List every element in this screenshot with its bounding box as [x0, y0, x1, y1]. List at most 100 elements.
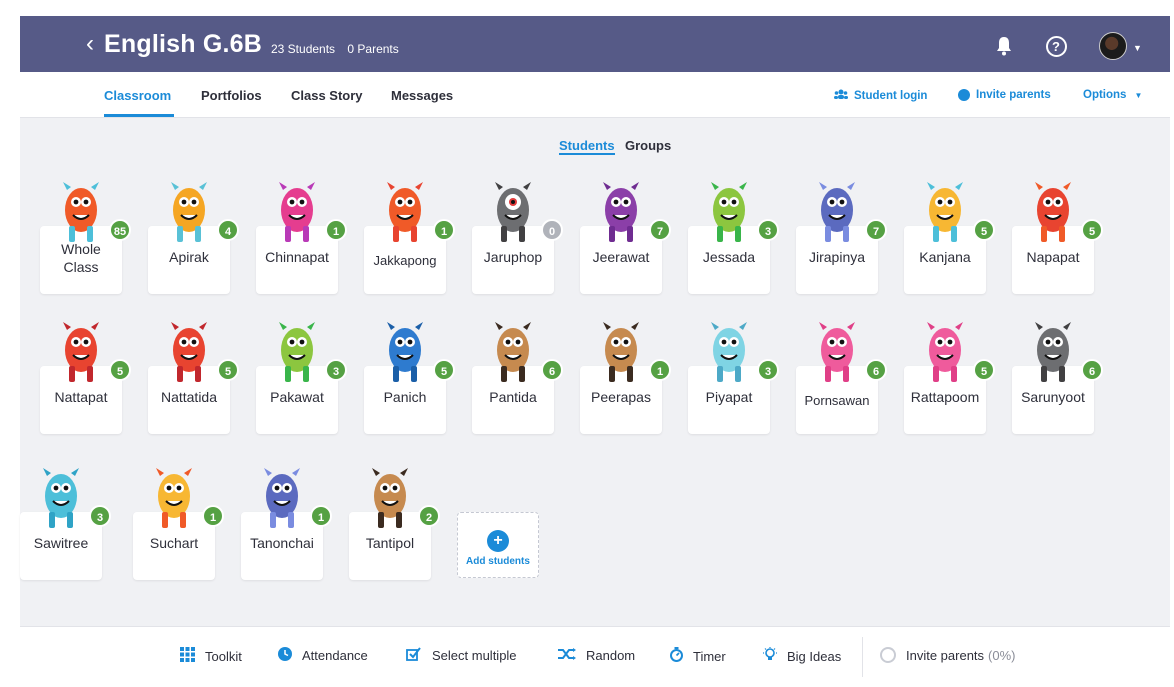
points-badge: 3	[89, 505, 111, 527]
notification-bell-icon[interactable]	[992, 34, 1016, 58]
points-badge: 3	[757, 359, 779, 381]
tab-class-story[interactable]: Class Story	[291, 88, 363, 103]
student-name: Pornsawan	[804, 393, 870, 408]
toolkit-button[interactable]: Toolkit	[180, 647, 242, 665]
student-name: Piyapat	[705, 389, 753, 405]
timer-button[interactable]: Timer	[670, 647, 726, 665]
lightbulb-icon	[763, 647, 777, 665]
chevron-down-icon[interactable]: ▼	[1133, 43, 1142, 53]
app-frame: ‹ English G.6B 23 Students 0 Parents ? ▼…	[20, 16, 1170, 687]
points-badge: 0	[541, 219, 563, 241]
student-name: Tantipol	[365, 535, 415, 551]
monster-avatar	[493, 322, 533, 389]
grid-icon	[180, 647, 195, 665]
clock-icon	[278, 647, 292, 664]
big-ideas-button[interactable]: Big Ideas	[763, 647, 841, 665]
monster-avatar	[277, 182, 317, 249]
monster-avatar	[601, 182, 641, 249]
monster-avatar	[154, 468, 194, 535]
active-tab-indicator	[104, 114, 174, 117]
monster-avatar	[169, 322, 209, 389]
back-chevron-icon[interactable]: ‹	[86, 32, 94, 56]
attendance-button[interactable]: Attendance	[278, 647, 368, 664]
student-name: Nattapat	[54, 389, 108, 405]
student-name: Panich	[383, 389, 427, 405]
help-icon[interactable]: ?	[1044, 34, 1068, 58]
monster-avatar	[262, 468, 302, 535]
points-badge: 6	[1081, 359, 1103, 381]
tab-portfolios[interactable]: Portfolios	[201, 88, 262, 103]
checkbox-icon	[406, 647, 422, 664]
progress-ring-icon	[880, 647, 896, 663]
student-name: Nattatida	[160, 389, 218, 405]
tab-messages[interactable]: Messages	[391, 88, 453, 103]
student-name: Kanjana	[919, 249, 971, 265]
student-name: Sawitree	[33, 535, 89, 551]
points-badge: 5	[1081, 219, 1103, 241]
invite-parents-progress[interactable]: Invite parents (0%)	[880, 647, 1016, 663]
student-login-link[interactable]: Student login	[834, 89, 927, 102]
points-badge: 4	[217, 219, 239, 241]
student-name: Jessada	[702, 249, 756, 265]
points-badge: 2	[418, 505, 440, 527]
student-name: Jirapinya	[808, 249, 866, 265]
stopwatch-icon	[670, 647, 683, 665]
toolbar-divider	[862, 637, 863, 677]
add-students-button[interactable]: + Add students	[457, 512, 539, 578]
points-badge: 1	[433, 219, 455, 241]
chevron-down-icon: ▼	[1134, 90, 1143, 100]
points-badge: 5	[433, 359, 455, 381]
student-name: Sarunyoot	[1021, 389, 1085, 405]
student-name: Pantida	[489, 389, 537, 405]
student-name: Rattapoom	[910, 389, 980, 405]
student-name: Napapat	[1026, 249, 1080, 265]
monster-avatar	[370, 468, 410, 535]
monster-avatar	[61, 322, 101, 389]
parents-count: 0 Parents	[347, 42, 399, 56]
points-badge: 6	[865, 359, 887, 381]
class-title: English G.6B	[104, 30, 262, 58]
groups-view-toggle[interactable]: Groups	[625, 138, 671, 153]
avatar[interactable]	[1099, 32, 1127, 60]
student-name: Chinnapat	[265, 249, 329, 265]
monster-avatar	[709, 182, 749, 249]
invite-dot-icon	[958, 89, 970, 101]
points-badge: 1	[202, 505, 224, 527]
monster-avatar	[385, 322, 425, 389]
tab-classroom[interactable]: Classroom	[104, 88, 171, 103]
monster-avatar	[169, 182, 209, 249]
points-badge: 85	[109, 219, 131, 241]
students-group-icon	[834, 89, 848, 102]
student-name: Pakawat	[270, 389, 324, 405]
monster-avatar	[1033, 322, 1073, 389]
monster-avatar	[41, 468, 81, 535]
points-badge: 3	[325, 359, 347, 381]
points-badge: 1	[310, 505, 332, 527]
class-monsters-avatar	[61, 182, 101, 249]
points-badge: 5	[973, 359, 995, 381]
points-badge: 3	[757, 219, 779, 241]
options-menu[interactable]: Options ▼	[1083, 89, 1142, 101]
students-count: 23 Students	[271, 42, 336, 56]
plus-icon: +	[487, 530, 509, 552]
points-badge: 5	[109, 359, 131, 381]
bottom-toolbar: Toolkit Attendance Select multiple Rando…	[20, 626, 1170, 687]
student-name: Jakkapong	[373, 253, 437, 268]
class-counts: 23 Students 0 Parents	[271, 42, 408, 56]
invite-parents-link[interactable]: Invite parents	[958, 89, 1051, 101]
monster-avatar	[817, 182, 857, 249]
select-multiple-button[interactable]: Select multiple	[406, 647, 517, 664]
students-view-toggle[interactable]: Students	[559, 138, 615, 155]
monster-avatar	[277, 322, 317, 389]
student-name: Tanonchai	[250, 535, 314, 551]
points-badge: 6	[541, 359, 563, 381]
points-badge: 7	[865, 219, 887, 241]
monster-avatar	[709, 322, 749, 389]
class-header: ‹ English G.6B 23 Students 0 Parents ? ▼	[20, 16, 1170, 72]
points-badge: 5	[217, 359, 239, 381]
points-badge: 1	[325, 219, 347, 241]
random-button[interactable]: Random	[558, 647, 635, 663]
student-name: Peerapas	[591, 389, 651, 405]
shuffle-icon	[558, 647, 576, 663]
student-name: Suchart	[149, 535, 199, 551]
